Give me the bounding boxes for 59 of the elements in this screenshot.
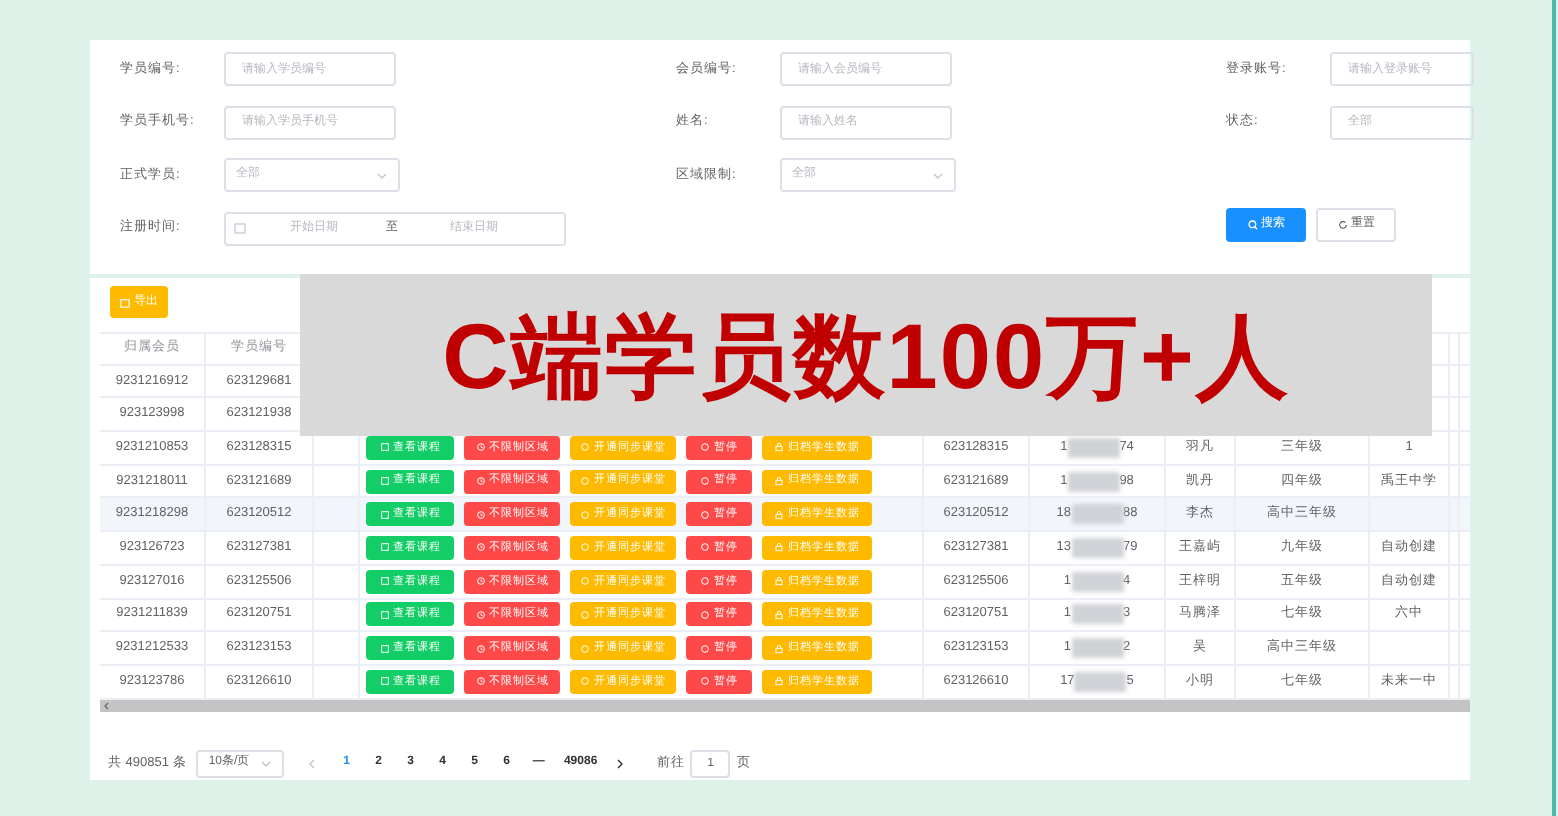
clock-icon bbox=[475, 676, 485, 687]
chevron-down-icon bbox=[260, 759, 273, 768]
scroll-left-icon[interactable] bbox=[104, 701, 110, 710]
doc-icon bbox=[379, 643, 389, 654]
redaction-blur bbox=[1071, 571, 1123, 592]
refresh-icon bbox=[1337, 219, 1347, 229]
clock-icon bbox=[475, 609, 485, 620]
lock-icon bbox=[774, 509, 784, 520]
clock-icon bbox=[475, 442, 485, 453]
circle-icon bbox=[580, 676, 590, 687]
doc-icon bbox=[379, 576, 389, 587]
circle-icon bbox=[700, 476, 710, 487]
circle-icon bbox=[580, 576, 590, 587]
banner: C端学员数100万+人 bbox=[300, 274, 1432, 436]
lock-icon bbox=[774, 643, 784, 654]
clock-icon bbox=[475, 542, 485, 553]
lock-icon bbox=[774, 442, 784, 453]
lock-icon bbox=[774, 676, 784, 687]
redaction-blur bbox=[1067, 437, 1120, 458]
circle-icon bbox=[700, 643, 710, 654]
lock-icon bbox=[774, 609, 784, 620]
circle-icon bbox=[700, 542, 710, 553]
doc-icon bbox=[379, 609, 389, 620]
clock-icon bbox=[475, 576, 485, 587]
redaction-blur bbox=[1071, 537, 1123, 558]
next-page-icon[interactable] bbox=[616, 757, 625, 770]
export-icon bbox=[120, 297, 130, 307]
redaction-blur bbox=[1067, 471, 1120, 492]
circle-icon bbox=[700, 509, 710, 520]
redaction-blur bbox=[1071, 504, 1123, 525]
circle-icon bbox=[580, 643, 590, 654]
lock-icon bbox=[774, 542, 784, 553]
doc-icon bbox=[379, 542, 389, 553]
doc-icon bbox=[379, 476, 389, 487]
circle-icon bbox=[580, 442, 590, 453]
circle-icon bbox=[700, 676, 710, 687]
clock-icon bbox=[475, 509, 485, 520]
circle-icon bbox=[700, 609, 710, 620]
redaction-blur bbox=[1071, 638, 1123, 659]
search-icon bbox=[1247, 219, 1257, 229]
doc-icon bbox=[379, 509, 389, 520]
circle-icon bbox=[700, 442, 710, 453]
doc-icon bbox=[379, 442, 389, 453]
doc-icon bbox=[379, 676, 389, 687]
chevron-down-icon bbox=[932, 171, 944, 179]
lock-icon bbox=[774, 576, 784, 587]
calendar-icon bbox=[234, 222, 246, 234]
lock-icon bbox=[774, 476, 784, 487]
clock-icon bbox=[475, 643, 485, 654]
clock-icon bbox=[475, 476, 485, 487]
circle-icon bbox=[580, 476, 590, 487]
redaction-blur bbox=[1071, 604, 1123, 625]
circle-icon bbox=[580, 542, 590, 553]
chevron-down-icon bbox=[376, 171, 388, 179]
circle-icon bbox=[700, 576, 710, 587]
circle-icon bbox=[580, 609, 590, 620]
prev-page-icon[interactable] bbox=[308, 757, 317, 770]
circle-icon bbox=[580, 509, 590, 520]
redaction-blur bbox=[1074, 671, 1127, 692]
